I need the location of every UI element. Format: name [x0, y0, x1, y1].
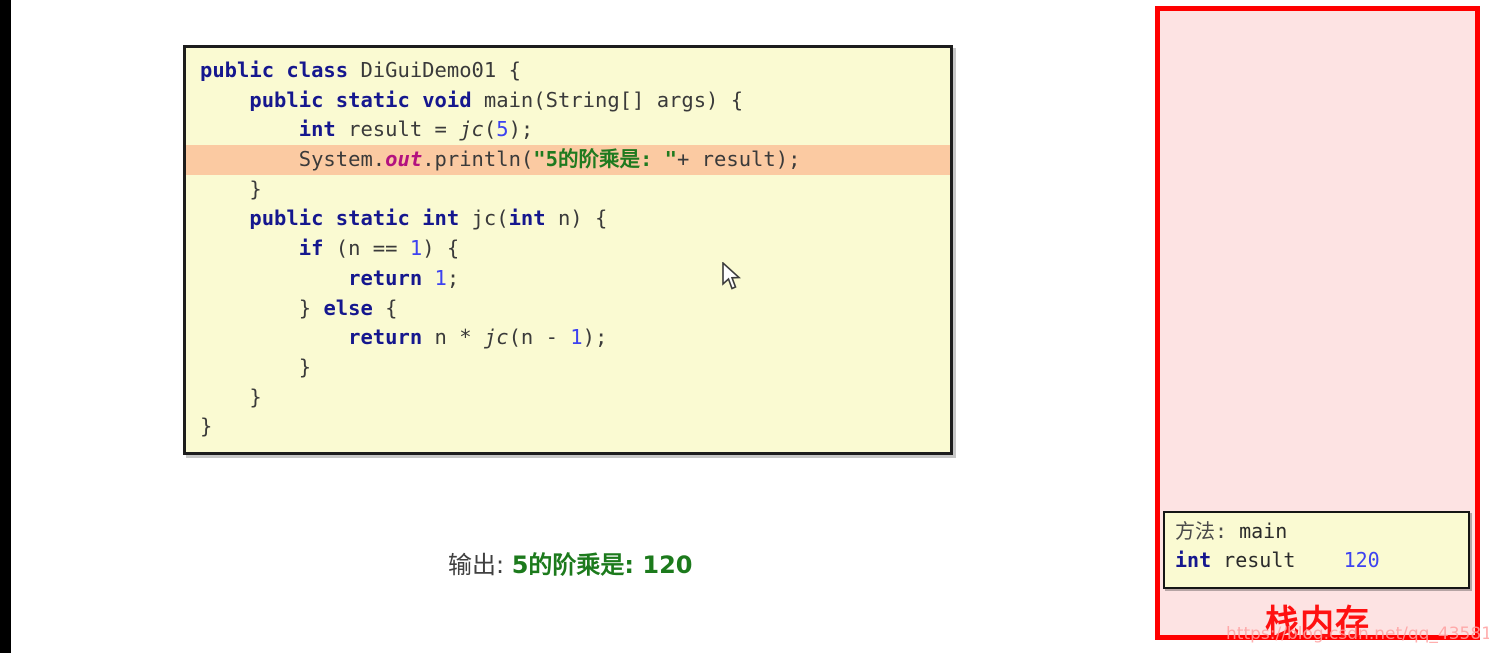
code-token: System. — [298, 147, 386, 172]
code-lines-container: public class DiGuiDemo01 { public static… — [186, 48, 950, 452]
code-token: ( — [483, 117, 497, 142]
code-line: int result = jc(5); — [186, 115, 950, 145]
code-token: public — [249, 87, 324, 112]
code-token: static — [335, 87, 410, 112]
stack-memory-panel: 方法: main int result 120 栈内存 — [1155, 6, 1480, 643]
code-token: 1 — [570, 325, 583, 350]
code-token: ) { — [422, 236, 460, 261]
output-label: 输出: — [448, 551, 512, 579]
code-token: n) { — [545, 206, 608, 231]
code-token: } — [200, 414, 213, 439]
frame-var-name: result — [1211, 548, 1296, 572]
code-token: 5 — [496, 117, 509, 142]
code-token: } — [249, 384, 262, 409]
output-value: 5的阶乘是: 120 — [511, 551, 693, 579]
frame-method-label: 方法: — [1175, 519, 1240, 543]
code-token: .println( — [422, 147, 534, 172]
java-code-block: public class DiGuiDemo01 { public static… — [183, 45, 953, 455]
code-token: jc( — [459, 206, 509, 231]
code-line: } — [186, 175, 950, 205]
code-token: void — [422, 87, 472, 112]
code-token: public — [249, 206, 324, 231]
code-token: static — [335, 206, 410, 231]
code-token: int — [422, 206, 460, 231]
code-token: n * — [422, 325, 484, 350]
mouse-pointer-icon — [721, 261, 743, 292]
code-token: main(String[] args) { — [471, 87, 744, 112]
frame-method-name: main — [1239, 519, 1288, 543]
code-line: return 1; — [186, 264, 950, 294]
code-token: (n - — [508, 325, 571, 350]
code-token: DiGuiDemo01 { — [348, 58, 521, 82]
program-output-line: 输出: 5的阶乘是: 120 — [448, 545, 692, 580]
code-line: public class DiGuiDemo01 { — [186, 56, 950, 86]
code-token: } — [249, 176, 262, 201]
code-token: int — [508, 206, 546, 231]
code-token: { — [372, 295, 398, 320]
code-line: if (n == 1) { — [186, 234, 950, 264]
code-token: out — [385, 147, 423, 172]
code-token: public — [200, 58, 275, 82]
code-token: (n == — [323, 236, 410, 261]
code-line: } else { — [186, 294, 950, 324]
code-token: } — [298, 295, 324, 320]
code-token: return — [348, 265, 423, 290]
frame-var-type: int — [1175, 548, 1212, 572]
code-token: if — [298, 236, 324, 261]
code-token: } — [298, 354, 312, 379]
code-token: jc — [459, 117, 484, 142]
code-line: return n * jc(n - 1); — [186, 323, 950, 353]
code-token: 1 — [409, 236, 423, 261]
code-token: ); — [508, 117, 534, 142]
code-line: } — [186, 383, 950, 413]
code-token: jc — [483, 325, 509, 350]
code-token: ; — [446, 265, 460, 290]
code-token: + result); — [677, 147, 801, 172]
watermark-text: https://blog.csdn.net/qq_43581078 — [1226, 624, 1489, 644]
code-line: public static int jc(int n) { — [186, 204, 950, 234]
stack-frame-main: 方法: main int result 120 — [1163, 511, 1470, 589]
code-line: } — [186, 412, 950, 442]
code-token: int — [298, 117, 336, 142]
code-token: return — [348, 325, 423, 350]
code-line: System.out.println("5的阶乘是: "+ result); — [186, 145, 950, 175]
code-token: class — [286, 58, 349, 82]
code-line: } — [186, 353, 950, 383]
code-token: result = — [335, 117, 460, 142]
code-token: 1 — [434, 265, 447, 290]
code-token: else — [323, 295, 373, 320]
left-black-strip — [0, 0, 11, 653]
code-line: public static void main(String[] args) { — [186, 86, 950, 116]
code-token: "5的阶乘是: " — [533, 147, 677, 172]
code-token: ); — [582, 325, 608, 350]
frame-var-value: 120 — [1295, 548, 1380, 572]
